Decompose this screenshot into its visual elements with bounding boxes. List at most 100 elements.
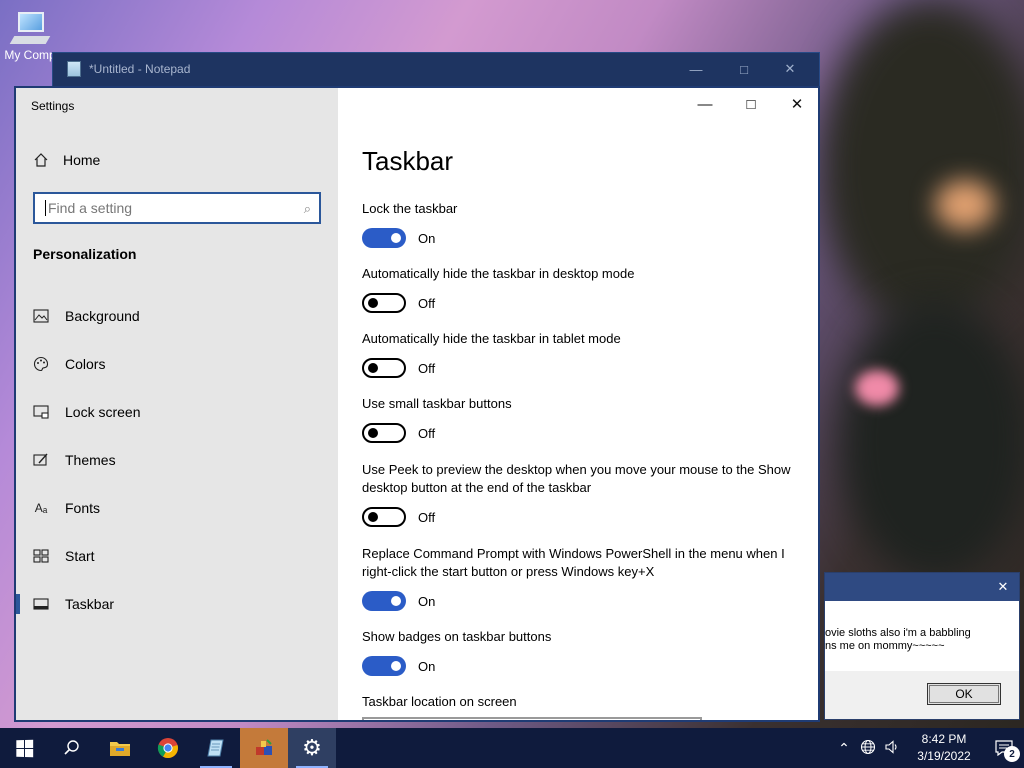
app-taskbar-button[interactable] bbox=[240, 728, 288, 768]
toggle-switch[interactable] bbox=[362, 358, 406, 378]
toggle-switch[interactable] bbox=[362, 228, 406, 248]
file-explorer-button[interactable] bbox=[96, 728, 144, 768]
search-placeholder: Find a setting bbox=[48, 200, 133, 216]
toggle-state: Off bbox=[418, 360, 436, 376]
notepad-close-button[interactable]: ✕ bbox=[767, 53, 813, 85]
toggle-state: Off bbox=[418, 425, 436, 441]
text-caret bbox=[45, 200, 46, 216]
page-title: Taskbar bbox=[362, 146, 454, 176]
settings-minimize-button[interactable]: — bbox=[682, 88, 728, 120]
sidebar-item-label: Lock screen bbox=[65, 404, 141, 420]
folder-icon bbox=[110, 742, 130, 756]
sidebar-item-label: Fonts bbox=[65, 500, 101, 516]
settings-close-button[interactable]: ✕ bbox=[774, 88, 818, 120]
settings-content: — □ ✕ Taskbar Lock the taskbar On Automa… bbox=[338, 88, 818, 720]
toggle-switch[interactable] bbox=[362, 423, 406, 443]
action-center-button[interactable]: 2 bbox=[984, 728, 1024, 768]
setting-label: Taskbar location on screen bbox=[362, 694, 517, 709]
setting-peek: Use Peek to preview the desktop when you… bbox=[362, 461, 802, 527]
setting-label: Use Peek to preview the desktop when you… bbox=[362, 462, 791, 495]
search-icon bbox=[64, 740, 79, 755]
windows-logo-icon bbox=[15, 739, 33, 757]
setting-small-buttons: Use small taskbar buttons Off bbox=[362, 395, 802, 443]
search-button[interactable] bbox=[48, 728, 96, 768]
toggle-state: Off bbox=[418, 509, 436, 525]
message-dialog[interactable]: ✕ ovie sloths also i'm a babbling ns me … bbox=[824, 572, 1020, 720]
start-button[interactable] bbox=[0, 728, 48, 768]
clock[interactable]: 8:42 PM 3/19/2022 bbox=[904, 731, 984, 765]
wallpaper-foliage bbox=[820, 0, 1024, 330]
setting-powershell: Replace Command Prompt with Windows Powe… bbox=[362, 545, 802, 611]
sidebar-item-label: Themes bbox=[65, 452, 116, 468]
chrome-button[interactable] bbox=[144, 728, 192, 768]
setting-label: Automatically hide the taskbar in tablet… bbox=[362, 331, 621, 346]
chevron-up-icon[interactable]: ⌃ bbox=[832, 740, 856, 757]
wallpaper-foliage bbox=[840, 300, 1024, 580]
sidebar-item-background[interactable]: Background bbox=[16, 292, 338, 340]
taskbar: ⚙ ⌃ 8:42 PM 3/19/2022 2 bbox=[0, 728, 1024, 768]
dialog-message-line: ovie sloths also i'm a babbling bbox=[825, 627, 971, 639]
system-tray: ⌃ 8:42 PM 3/19/2022 2 bbox=[832, 728, 1024, 768]
notepad-taskbar-button[interactable] bbox=[192, 728, 240, 768]
toggle-state: On bbox=[418, 658, 436, 674]
notepad-icon bbox=[67, 61, 81, 77]
location-dropdown[interactable] bbox=[362, 717, 702, 720]
notepad-maximize-button[interactable]: □ bbox=[721, 53, 767, 85]
notepad-minimize-button[interactable]: — bbox=[673, 53, 719, 85]
toggle-state: Off bbox=[418, 295, 436, 311]
sidebar-item-colors[interactable]: Colors bbox=[16, 340, 338, 388]
sidebar-item-taskbar[interactable]: Taskbar bbox=[16, 580, 338, 628]
sidebar-item-lock-screen[interactable]: Lock screen bbox=[16, 388, 338, 436]
nav-home-label: Home bbox=[63, 152, 101, 168]
sidebar-item-start[interactable]: Start bbox=[16, 532, 338, 580]
sidebar-item-fonts[interactable]: Aₐ Fonts bbox=[16, 484, 338, 532]
dialog-body: ovie sloths also i'm a babbling ns me on… bbox=[825, 601, 1019, 671]
setting-location: Taskbar location on screen bbox=[362, 693, 802, 711]
setting-label: Lock the taskbar bbox=[362, 201, 458, 216]
settings-sidebar: Settings Home Find a setting ⌕ Personali… bbox=[16, 88, 338, 720]
home-icon bbox=[34, 153, 48, 167]
settings-window[interactable]: Settings Home Find a setting ⌕ Personali… bbox=[14, 86, 820, 722]
sidebar-item-label: Background bbox=[65, 308, 140, 324]
personalization-nav: Background Colors Lock screen Themes Aₐ … bbox=[16, 292, 338, 628]
dialog-ok-button[interactable]: OK bbox=[927, 683, 1001, 705]
nav-home[interactable]: Home bbox=[33, 152, 100, 168]
dialog-message-line: ns me on mommy~~~~~ bbox=[825, 640, 945, 652]
setting-label: Show badges on taskbar buttons bbox=[362, 629, 552, 644]
dialog-close-button[interactable]: ✕ bbox=[987, 573, 1019, 601]
section-label: Personalization bbox=[33, 246, 137, 262]
toggle-state: On bbox=[418, 593, 436, 609]
setting-badges: Show badges on taskbar buttons On bbox=[362, 628, 802, 676]
search-input[interactable]: Find a setting ⌕ bbox=[33, 192, 321, 224]
sidebar-item-label: Taskbar bbox=[65, 596, 115, 612]
chrome-icon bbox=[157, 738, 178, 759]
fonts-icon: Aₐ bbox=[34, 501, 48, 515]
network-globe-icon[interactable] bbox=[856, 739, 880, 758]
setting-autohide-desktop: Automatically hide the taskbar in deskto… bbox=[362, 265, 802, 313]
wallpaper-highlight bbox=[935, 180, 995, 230]
computer-icon bbox=[9, 10, 51, 48]
settings-maximize-button[interactable]: □ bbox=[728, 88, 774, 120]
toggle-switch[interactable] bbox=[362, 293, 406, 313]
toggle-switch[interactable] bbox=[362, 507, 406, 527]
notification-badge: 2 bbox=[1004, 746, 1020, 762]
start-icon bbox=[33, 548, 49, 564]
clock-date: 3/19/2022 bbox=[917, 749, 971, 763]
setting-label: Automatically hide the taskbar in deskto… bbox=[362, 266, 635, 281]
gear-icon: ⚙ bbox=[302, 735, 322, 760]
wallpaper-flower bbox=[855, 370, 899, 406]
sidebar-item-themes[interactable]: Themes bbox=[16, 436, 338, 484]
desktop-icon-my-computer[interactable]: My Comp bbox=[2, 10, 58, 62]
setting-label: Use small taskbar buttons bbox=[362, 396, 512, 411]
settings-app-title: Settings bbox=[31, 99, 75, 113]
lock-screen-icon bbox=[33, 404, 49, 420]
settings-taskbar-button[interactable]: ⚙ bbox=[288, 728, 336, 768]
toggle-switch[interactable] bbox=[362, 591, 406, 611]
background-icon bbox=[33, 308, 49, 324]
colored-blocks-icon bbox=[256, 739, 272, 755]
search-icon: ⌕ bbox=[303, 201, 311, 216]
dialog-titlebar[interactable]: ✕ bbox=[825, 573, 1019, 601]
toggle-switch[interactable] bbox=[362, 656, 406, 676]
volume-icon[interactable] bbox=[880, 739, 904, 758]
notepad-icon bbox=[207, 739, 224, 757]
